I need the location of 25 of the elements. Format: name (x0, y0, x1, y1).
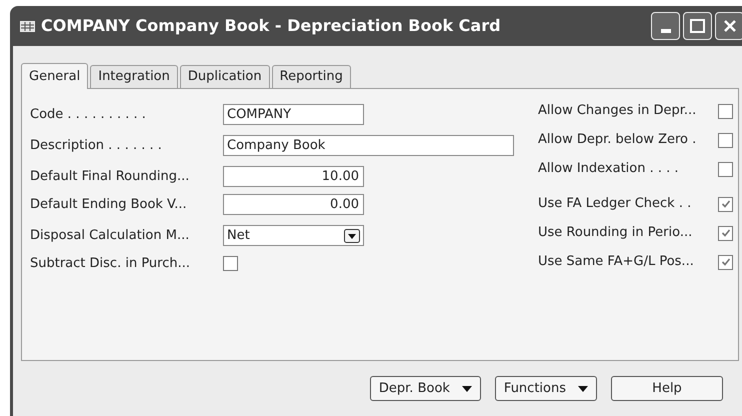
field-label: Default Final Rounding... (30, 168, 190, 186)
field-label: Disposal Calculation M... (30, 226, 190, 245)
tab[interactable]: Integration (90, 65, 178, 88)
window-title: COMPANY Company Book - Depreciation Book Card (41, 15, 501, 37)
checkbox-label: Allow Changes in Depr... (538, 102, 698, 120)
menu-button[interactable]: Depr. Book (370, 376, 481, 401)
help-button[interactable]: Help (611, 376, 723, 401)
field-label: Subtract Disc. in Purch... (30, 254, 192, 273)
tab[interactable]: General (21, 63, 88, 89)
text-field[interactable]: Company Book (223, 135, 514, 156)
field-label: Default Ending Book V... (30, 196, 188, 214)
checkbox-label: Allow Depr. below Zero . (538, 131, 698, 150)
checkbox-label: Allow Indexation . . . . (538, 160, 680, 178)
tab[interactable]: Duplication (180, 65, 270, 88)
number-field[interactable]: 0.00 (223, 194, 364, 215)
field-label: Description . . . . . . . (30, 136, 163, 155)
tab[interactable]: Reporting (272, 65, 351, 88)
field-label: Code . . . . . . . . . . (30, 106, 147, 124)
number-field[interactable]: 10.00 (223, 166, 364, 187)
dropdown-field[interactable]: Net (223, 225, 364, 246)
checkbox-label: Use FA Ledger Check . . (538, 195, 692, 214)
text-field[interactable]: COMPANY (223, 104, 364, 125)
menu-button[interactable]: Functions (494, 376, 597, 401)
checkbox-label: Use Same FA+G/L Pos... (538, 253, 695, 272)
checkbox-label: Use Rounding in Perio... (538, 224, 694, 242)
